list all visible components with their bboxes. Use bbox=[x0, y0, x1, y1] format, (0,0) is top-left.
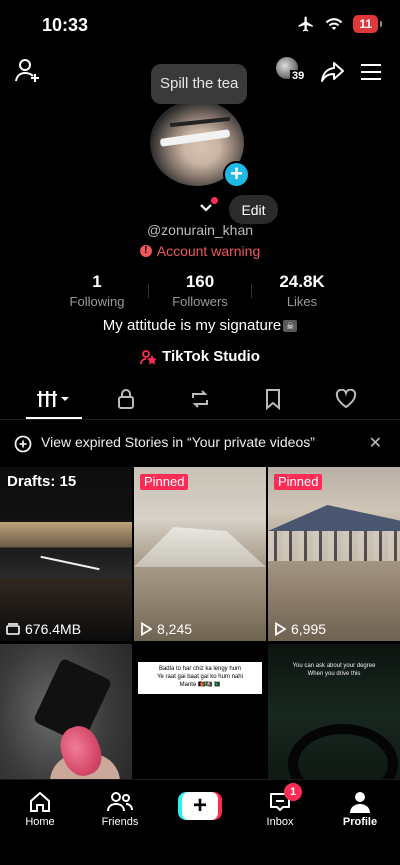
tile-thumbnail bbox=[268, 505, 400, 531]
caption-line: You can ask about your degree bbox=[292, 663, 376, 669]
edit-profile-button[interactable]: Edit bbox=[229, 195, 278, 224]
profile-tabs bbox=[0, 380, 400, 420]
bio: My attitude is my signature ☠ bbox=[0, 317, 400, 334]
play-icon bbox=[275, 622, 286, 636]
lock-icon bbox=[118, 389, 134, 409]
following-count: 1 bbox=[92, 272, 102, 291]
menu-icon[interactable] bbox=[360, 62, 382, 82]
tile-caption: You can ask about your degree When you d… bbox=[268, 662, 400, 678]
notification-dot bbox=[211, 197, 218, 204]
home-icon bbox=[30, 792, 50, 812]
pinned-badge: Pinned bbox=[274, 474, 323, 490]
create-button[interactable]: + bbox=[178, 792, 222, 820]
avatar-detail bbox=[159, 129, 231, 147]
wifi-icon bbox=[326, 18, 343, 30]
followers-count: 160 bbox=[185, 272, 215, 291]
tab-private[interactable] bbox=[106, 386, 146, 412]
nav-home[interactable]: Home bbox=[0, 788, 80, 828]
play-icon bbox=[141, 622, 152, 636]
video-tile[interactable]: Pinned 6,995 bbox=[268, 467, 400, 641]
caption-line: Mante 🇦🇫🏴‍☠️🇵🇰 bbox=[179, 682, 221, 688]
close-icon[interactable]: ✕ bbox=[369, 433, 382, 453]
airplane-icon bbox=[298, 16, 314, 32]
tab-reposts[interactable] bbox=[180, 386, 220, 412]
chevron-down-icon[interactable] bbox=[198, 202, 214, 214]
caption-line: Ye raat gai baat gai ko hum nahi bbox=[157, 674, 243, 680]
share-icon[interactable] bbox=[320, 60, 346, 84]
video-tile-drafts[interactable]: Drafts: 15 676.4MB bbox=[0, 467, 132, 641]
nav-inbox[interactable]: Inbox bbox=[240, 788, 320, 828]
drafts-size: 676.4MB bbox=[6, 621, 81, 637]
bookmark-icon bbox=[266, 389, 280, 410]
view-count-label: 6,995 bbox=[291, 621, 327, 637]
nav-friends[interactable]: Friends bbox=[80, 788, 160, 828]
tile-thumbnail bbox=[0, 522, 132, 578]
drafts-count: Drafts: 15 bbox=[7, 473, 77, 490]
add-user-icon[interactable] bbox=[14, 57, 42, 85]
inbox-badge: 1 bbox=[284, 783, 302, 801]
repost-icon bbox=[192, 390, 208, 408]
divider bbox=[148, 284, 149, 298]
profile-icon bbox=[350, 792, 370, 813]
warning-icon: ! bbox=[139, 245, 152, 257]
bottom-navigation: Home Friends + Inbox 1 Profile bbox=[0, 779, 400, 865]
flag-emoji-icon: ☠ bbox=[283, 320, 298, 333]
active-tab-indicator bbox=[26, 417, 82, 419]
bio-text: My attitude is my signature bbox=[102, 317, 282, 334]
storage-icon bbox=[6, 623, 20, 635]
studio-label: TikTok Studio bbox=[162, 348, 260, 365]
tab-videos[interactable] bbox=[34, 386, 74, 412]
caption-line: Badla to har chiz ka lengy hum bbox=[158, 666, 242, 672]
stat-following[interactable]: 1 Following bbox=[47, 272, 147, 309]
friends-icon bbox=[107, 792, 133, 812]
likes-label: Likes bbox=[286, 294, 318, 309]
likes-count: 24.8K bbox=[279, 272, 325, 291]
video-tile[interactable]: Pinned 8,245 bbox=[134, 467, 266, 641]
tiktok-studio-link[interactable]: TikTok Studio bbox=[0, 348, 400, 365]
status-bar: 10:33 11 bbox=[0, 0, 400, 50]
username: @zonurain_khan bbox=[146, 222, 254, 238]
following-label: Following bbox=[69, 294, 125, 309]
account-switcher[interactable]: 39 bbox=[276, 57, 307, 87]
tab-liked[interactable] bbox=[326, 386, 366, 412]
grid-filter-icon bbox=[37, 391, 69, 407]
add-square-icon bbox=[14, 435, 32, 453]
stat-followers[interactable]: 160 Followers bbox=[150, 272, 250, 309]
stat-likes[interactable]: 24.8K Likes bbox=[252, 272, 352, 309]
expired-stories-banner[interactable]: View expired Stories in “Your private vi… bbox=[0, 430, 400, 456]
tile-caption-card: Badla to har chiz ka lengy hum Ye raat g… bbox=[138, 662, 262, 694]
account-warning-link[interactable]: ! Account warning bbox=[0, 243, 400, 259]
status-time: 10:33 bbox=[42, 15, 89, 35]
banner-text: View expired Stories in “Your private vi… bbox=[41, 434, 315, 450]
view-count: 8,245 bbox=[140, 621, 192, 637]
nav-friends-label: Friends bbox=[101, 816, 139, 828]
heart-icon bbox=[335, 389, 357, 409]
battery-indicator: 11 bbox=[353, 15, 382, 33]
avatar-detail bbox=[169, 116, 231, 128]
account-warning-label: Account warning bbox=[156, 243, 261, 259]
drafts-size-label: 676.4MB bbox=[25, 621, 82, 637]
view-count-label: 8,245 bbox=[157, 621, 193, 637]
pinned-badge: Pinned bbox=[140, 474, 189, 490]
notification-count: 39 bbox=[290, 70, 307, 82]
spill-the-tea-tooltip[interactable]: Spill the tea bbox=[151, 64, 248, 104]
nav-inbox-label: Inbox bbox=[266, 816, 294, 828]
nav-profile[interactable]: Profile bbox=[320, 788, 400, 828]
nav-home-label: Home bbox=[25, 816, 55, 828]
profile-stats: 1 Following 160 Followers 24.8K Likes bbox=[0, 272, 400, 312]
plus-icon: + bbox=[182, 792, 218, 820]
studio-icon bbox=[140, 349, 157, 364]
status-icons: 11 bbox=[297, 15, 382, 33]
nav-profile-label: Profile bbox=[342, 816, 378, 828]
tile-thumbnail bbox=[134, 527, 266, 567]
followers-label: Followers bbox=[172, 294, 228, 309]
tab-saved[interactable] bbox=[253, 386, 293, 412]
caption-line: When you drive this bbox=[307, 671, 361, 677]
view-count: 6,995 bbox=[274, 621, 326, 637]
tile-thumbnail-detail bbox=[268, 531, 400, 561]
add-story-button[interactable]: + bbox=[223, 161, 250, 188]
